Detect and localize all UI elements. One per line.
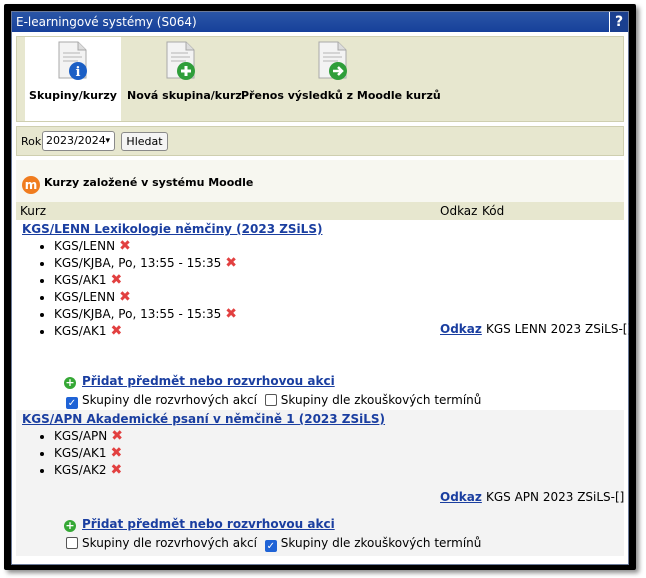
list-item: KGS/LENN✖ (54, 238, 237, 255)
window-title: E-learningové systémy (S064) (16, 15, 197, 29)
group-options: Skupiny dle rozvrhových akcí ✓ Skupiny dl… (66, 536, 481, 552)
courses-section: m Kurzy založené v systému Moodle Kurz O… (16, 160, 632, 556)
course-title-link[interactable]: KGS/LENN Lexikologie němčiny (2023 ZSiLS… (22, 222, 322, 236)
remove-icon[interactable]: ✖ (119, 289, 131, 305)
table-row: KGS/LENN Lexikologie němčiny (2023 ZSiLS… (16, 220, 632, 410)
remove-icon[interactable]: ✖ (111, 272, 123, 288)
chevron-down-icon: ▾ (105, 136, 110, 146)
tool-skupiny-kurzy[interactable]: i Skupiny/kurzy (25, 37, 121, 121)
add-icon (166, 41, 195, 80)
remove-icon[interactable]: ✖ (111, 323, 123, 339)
group-list: KGS/LENN✖ KGS/KJBA, Po, 13:55 - 15:35✖ K… (38, 238, 237, 340)
group-list: KGS/APN✖ KGS/AK1✖ KGS/AK2✖ (38, 428, 123, 479)
header-code: Kód (482, 204, 505, 218)
tool-label: Přenos výsledků z Moodle kurzů (241, 89, 441, 102)
search-button[interactable]: Hledat (121, 132, 168, 151)
header-course: Kurz (20, 204, 47, 218)
course-link[interactable]: Odkaz (440, 490, 482, 504)
header-link: Odkaz (440, 204, 478, 218)
arrow-right-icon (318, 41, 347, 80)
list-item: KGS/KJBA, Po, 13:55 - 15:35✖ (54, 306, 237, 323)
list-item: KGS/APN✖ (54, 428, 123, 445)
list-item: KGS/KJBA, Po, 13:55 - 15:35✖ (54, 255, 237, 272)
toolbar: i Skupiny/kurzy Nová skupina/kurz Přenos… (16, 36, 624, 122)
checkbox-schedule-groups[interactable]: ✓ (66, 397, 78, 409)
checkbox-schedule-groups[interactable] (66, 537, 78, 549)
tool-label: Nová skupina/kurz (127, 89, 242, 102)
remove-icon[interactable]: ✖ (225, 255, 237, 271)
filter-bar: Rok 2023/2024 ▾ Hledat (16, 126, 624, 156)
section-title: Kurzy založené v systému Moodle (44, 176, 254, 189)
remove-icon[interactable]: ✖ (111, 428, 123, 444)
checkbox-exam-groups[interactable] (264, 394, 277, 406)
checkbox-label: Skupiny dle rozvrhových akcí (82, 393, 257, 407)
remove-icon[interactable]: ✖ (111, 445, 123, 461)
year-label: Rok (21, 135, 42, 148)
remove-icon[interactable]: ✖ (119, 238, 131, 254)
course-code: KGS APN 2023 ZSiLS-[] (486, 490, 625, 504)
course-link[interactable]: Odkaz (440, 322, 482, 336)
main-panel: E-learningové systémy (S064) ? i Skupiny… (11, 11, 632, 565)
tool-nova-skupina[interactable]: Nová skupina/kurz (127, 37, 242, 121)
list-item: KGS/AK1✖ (54, 272, 237, 289)
course-code: KGS LENN 2023 ZSiLS-[] (486, 322, 633, 336)
checkbox-label: Skupiny dle zkouškových termínů (280, 536, 482, 550)
add-circle-icon: + (64, 519, 76, 532)
list-item: KGS/AK1✖ (54, 323, 237, 340)
remove-icon[interactable]: ✖ (225, 306, 237, 322)
add-subject-link[interactable]: + Přidat předmět nebo rozvrhovou akci (64, 517, 335, 532)
year-value: 2023/2024 (46, 134, 106, 147)
list-item: KGS/LENN✖ (54, 289, 237, 306)
table-row: KGS/APN Akademické psaní v němčině 1 (20… (16, 410, 624, 556)
add-circle-icon: + (64, 376, 76, 389)
checkbox-label: Skupiny dle rozvrhových akcí (82, 536, 257, 550)
info-icon: i (58, 41, 87, 80)
remove-icon[interactable]: ✖ (111, 462, 123, 478)
list-item: KGS/AK2✖ (54, 462, 123, 479)
list-item: KGS/AK1✖ (54, 445, 123, 462)
tool-prenos-vysledku[interactable]: Přenos výsledků z Moodle kurzů (241, 37, 441, 121)
year-select[interactable]: 2023/2024 ▾ (42, 131, 115, 151)
tool-label: Skupiny/kurzy (29, 89, 117, 102)
table-header: Kurz Odkaz Kód (16, 202, 624, 220)
group-options: ✓ Skupiny dle rozvrhových akcí Skupiny dl… (66, 393, 481, 409)
checkbox-label: Skupiny dle zkouškových termínů (280, 393, 482, 407)
help-button[interactable]: ? (609, 12, 628, 32)
course-title-link[interactable]: KGS/APN Akademické psaní v němčině 1 (20… (22, 412, 385, 426)
checkbox-exam-groups[interactable]: ✓ (264, 540, 277, 552)
title-bar: E-learningové systémy (S064) ? (12, 12, 628, 32)
svg-text:i: i (76, 65, 81, 80)
add-subject-link[interactable]: + Přidat předmět nebo rozvrhovou akci (64, 374, 335, 389)
